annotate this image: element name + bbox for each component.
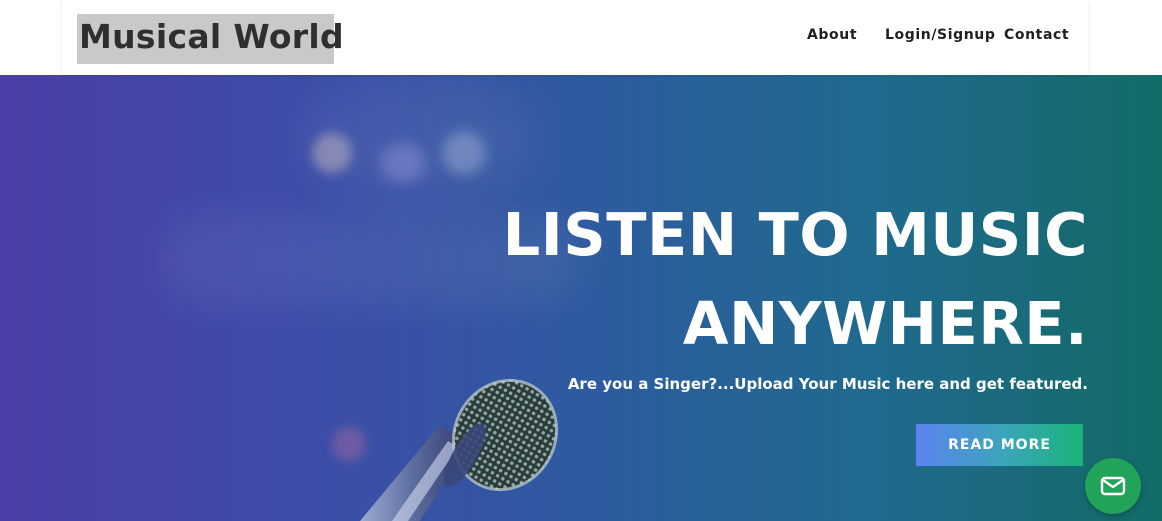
hero-subtitle: Are you a Singer?...Upload Your Music he… [567, 375, 1088, 393]
nav-link-contact[interactable]: Contact [1004, 27, 1069, 43]
nav-link-about[interactable]: About [807, 27, 857, 43]
hero-title: LISTEN TO MUSIC ANYWHERE. [503, 190, 1088, 368]
read-more-button[interactable]: READ MORE [916, 424, 1083, 466]
hero-section: LISTEN TO MUSIC ANYWHERE. Are you a Sing… [0, 75, 1162, 521]
mail-icon [1100, 476, 1126, 496]
navbar: Musical World About Login/Signup Contact [62, 0, 1088, 75]
hero-title-line-1: LISTEN TO MUSIC [502, 200, 1088, 269]
nav-link-login-signup[interactable]: Login/Signup [885, 27, 996, 43]
chat-button[interactable] [1085, 458, 1141, 514]
brand-logo[interactable]: Musical World [77, 14, 344, 64]
hero-title-line-2: ANYWHERE. [682, 289, 1088, 358]
